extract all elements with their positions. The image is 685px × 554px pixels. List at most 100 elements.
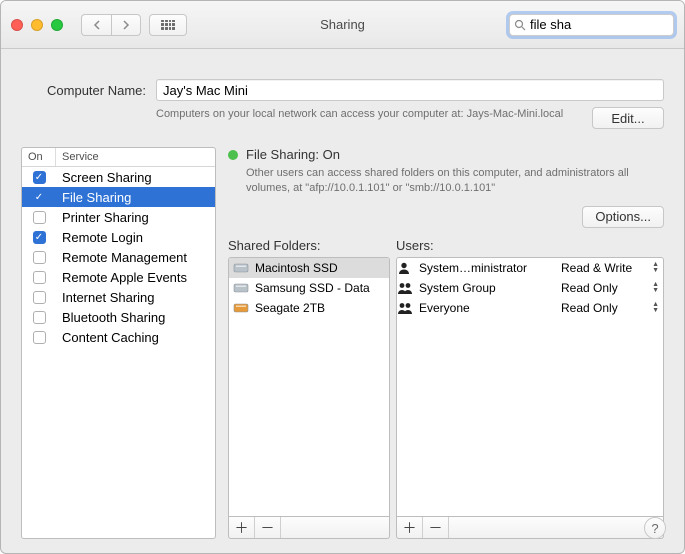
content-area: Computer Name: Computers on your local n… [1, 49, 684, 553]
folder-name: Seagate 2TB [255, 301, 325, 315]
service-row[interactable]: ✓ Remote Login [22, 227, 215, 247]
service-row[interactable]: Printer Sharing [22, 207, 215, 227]
user-row[interactable]: EveryoneRead Only ▲▼ [397, 298, 663, 318]
user-name: System Group [417, 281, 561, 295]
user-permission[interactable]: Read Only ▲▼ [561, 301, 663, 315]
zoom-icon[interactable] [51, 19, 63, 31]
service-row[interactable]: Remote Management [22, 247, 215, 267]
titlebar: Sharing ✕ [1, 1, 684, 49]
users-addremove: ＋ － [396, 517, 664, 539]
remove-user-button[interactable]: － [423, 517, 449, 538]
edit-button[interactable]: Edit... [592, 107, 664, 129]
service-checkbox[interactable]: ✓ [33, 191, 46, 204]
remove-folder-button[interactable]: － [255, 517, 281, 538]
close-icon[interactable] [11, 19, 23, 31]
service-row[interactable]: Content Caching [22, 327, 215, 347]
service-checkbox[interactable] [33, 271, 46, 284]
disk-icon [233, 282, 249, 294]
status-row: File Sharing: On [228, 147, 664, 162]
sharing-prefpane-window: Sharing ✕ Computer Name: Computers on yo… [0, 0, 685, 554]
show-all-button[interactable] [149, 14, 187, 36]
shared-folders-list[interactable]: Macintosh SSD Samsung SSD - Data Seagate 2… [228, 257, 390, 517]
status-desc: Other users can access shared folders on… [228, 166, 664, 196]
user-name: Everyone [417, 301, 561, 315]
service-label: File Sharing [56, 190, 215, 205]
service-checkbox[interactable]: ✓ [33, 171, 46, 184]
service-label: Printer Sharing [56, 210, 215, 225]
service-checkbox[interactable] [33, 311, 46, 324]
status-indicator-icon [228, 150, 238, 160]
services-header-on: On [22, 148, 56, 166]
options-button[interactable]: Options... [582, 206, 664, 228]
permission-label: Read Only [561, 301, 618, 315]
search-input[interactable] [530, 17, 685, 32]
computer-name-desc-row: Computers on your local network can acce… [21, 107, 664, 129]
window-controls [11, 19, 63, 31]
folder-row[interactable]: Seagate 2TB [229, 298, 389, 318]
user-permission[interactable]: Read & Write ▲▼ [561, 261, 663, 275]
user-name: System…ministrator [417, 261, 561, 275]
minimize-icon[interactable] [31, 19, 43, 31]
search-icon [514, 19, 526, 31]
window-title: Sharing [320, 17, 365, 32]
services-header: On Service [22, 148, 215, 167]
folder-name: Samsung SSD - Data [255, 281, 370, 295]
shared-folders-label: Shared Folders: [228, 238, 390, 253]
users-list[interactable]: System…ministratorRead & Write▲▼System G… [396, 257, 664, 517]
add-folder-button[interactable]: ＋ [229, 517, 255, 538]
service-label: Screen Sharing [56, 170, 215, 185]
disk-icon [233, 302, 249, 314]
computer-name-label: Computer Name: [21, 83, 146, 98]
folder-row[interactable]: Macintosh SSD [229, 258, 389, 278]
stepper-icon[interactable]: ▲▼ [652, 302, 659, 314]
service-checkbox[interactable]: ✓ [33, 231, 46, 244]
service-checkbox[interactable] [33, 251, 46, 264]
service-checkbox[interactable] [33, 211, 46, 224]
service-label: Internet Sharing [56, 290, 215, 305]
folder-row[interactable]: Samsung SSD - Data [229, 278, 389, 298]
service-checkbox[interactable] [33, 291, 46, 304]
service-label: Remote Apple Events [56, 270, 215, 285]
right-pane: File Sharing: On Other users can access … [228, 147, 664, 539]
nav-buttons [81, 14, 141, 36]
service-row[interactable]: Internet Sharing [22, 287, 215, 307]
service-label: Remote Management [56, 250, 215, 265]
back-button[interactable] [81, 14, 111, 36]
service-label: Remote Login [56, 230, 215, 245]
forward-button[interactable] [111, 14, 141, 36]
computer-name-row: Computer Name: [21, 79, 664, 101]
users-label: Users: [396, 238, 664, 253]
help-button[interactable]: ? [644, 517, 666, 539]
search-field[interactable]: ✕ [509, 14, 674, 36]
service-row[interactable]: ✓ File Sharing [22, 187, 215, 207]
disk-icon [233, 262, 249, 274]
stepper-icon[interactable]: ▲▼ [652, 262, 659, 274]
stepper-icon[interactable]: ▲▼ [652, 282, 659, 294]
user-permission[interactable]: Read Only ▲▼ [561, 281, 663, 295]
service-row[interactable]: ✓ Screen Sharing [22, 167, 215, 187]
permission-label: Read & Write [561, 261, 632, 275]
computer-name-desc: Computers on your local network can acce… [156, 107, 582, 129]
folder-user-columns: Shared Folders: Macintosh SSD Samsung SSD… [228, 238, 664, 539]
folders-addremove: ＋ － [228, 517, 390, 539]
people-icon [397, 281, 417, 295]
service-label: Bluetooth Sharing [56, 310, 215, 325]
folder-name: Macintosh SSD [255, 261, 338, 275]
user-row[interactable]: System GroupRead Only ▲▼ [397, 278, 663, 298]
people-icon [397, 301, 417, 315]
services-table: On Service ✓ Screen Sharing ✓ File Sharing P… [21, 147, 216, 539]
service-row[interactable]: Bluetooth Sharing [22, 307, 215, 327]
status-title: File Sharing: On [246, 147, 340, 162]
shared-folders-column: Shared Folders: Macintosh SSD Samsung SSD… [228, 238, 390, 539]
services-header-service: Service [56, 148, 215, 166]
users-column: Users: System…ministratorRead & Write▲▼S… [396, 238, 664, 539]
user-row[interactable]: System…ministratorRead & Write ▲▼ [397, 258, 663, 278]
service-checkbox[interactable] [33, 331, 46, 344]
service-label: Content Caching [56, 330, 215, 345]
computer-name-input[interactable] [156, 79, 664, 101]
permission-label: Read Only [561, 281, 618, 295]
service-row[interactable]: Remote Apple Events [22, 267, 215, 287]
main-row: On Service ✓ Screen Sharing ✓ File Sharing P… [21, 147, 664, 539]
person-icon [397, 261, 417, 275]
add-user-button[interactable]: ＋ [397, 517, 423, 538]
